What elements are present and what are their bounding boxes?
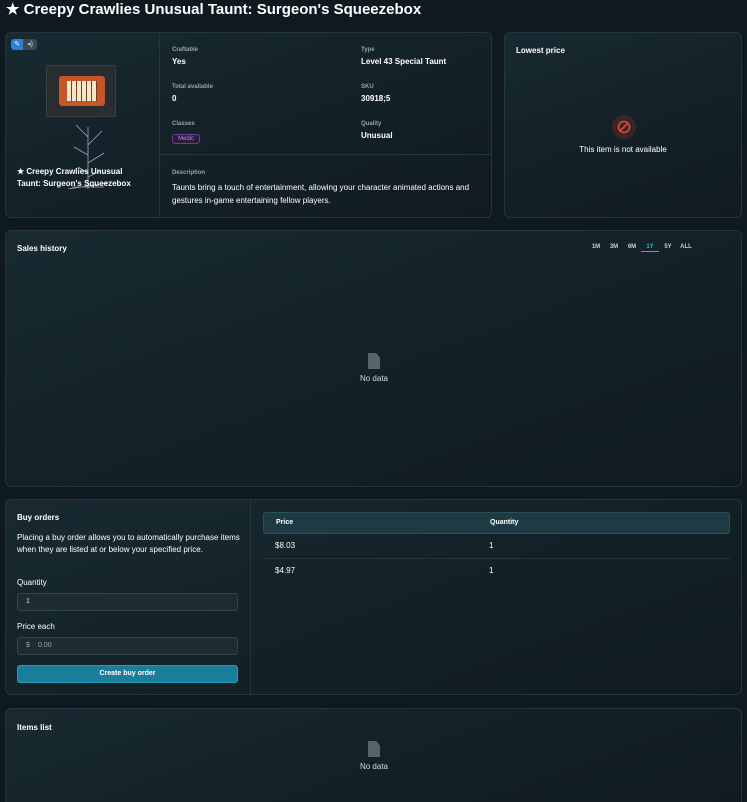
buy-orders-table: Price Quantity $8.03 1 $4.97 1: [263, 512, 730, 584]
file-icon: [368, 353, 380, 369]
description-field: Description Taunts bring a touch of ente…: [172, 170, 482, 207]
row-quantity: 1: [489, 541, 494, 550]
dollar-prefix: $: [26, 642, 30, 649]
table-row[interactable]: $8.03 1: [263, 534, 730, 559]
table-row[interactable]: $4.97 1: [263, 559, 730, 584]
item-preview: ✎ ◂) ★ Creepy Crawlies Unusual Taunt: Su…: [6, 33, 160, 217]
items-list-panel: Items list No data: [5, 708, 742, 802]
price-input[interactable]: 0.00: [17, 637, 238, 655]
buy-orders-panel: Buy orders Placing a buy order allows yo…: [5, 499, 742, 695]
range-1m-button[interactable]: 1M: [587, 244, 605, 252]
type-value: Level 43 Special Taunt: [361, 57, 447, 66]
quality-label: Quality: [361, 121, 382, 127]
row-price: $8.03: [275, 541, 296, 550]
items-empty-text: No data: [359, 762, 389, 771]
row-price: $4.97: [275, 566, 296, 575]
item-card: ✎ ◂) ★ Creepy Crawlies Unusual Taunt: Su…: [5, 32, 492, 218]
buy-orders-title: Buy orders: [17, 513, 60, 522]
craftable-label: Craftable: [172, 47, 199, 53]
price-each-label: Price each: [17, 622, 55, 631]
quantity-input[interactable]: 1: [17, 593, 238, 611]
file-icon: [368, 741, 380, 757]
sales-empty-state: No data: [344, 353, 404, 383]
total-available-field: Total available 0: [172, 84, 213, 103]
craftable-field: Craftable Yes: [172, 47, 198, 66]
range-all-button[interactable]: ALL: [677, 244, 695, 252]
class-tag-medic[interactable]: Medic: [172, 134, 201, 144]
quantity-label: Quantity: [17, 578, 47, 587]
range-5y-button[interactable]: 5Y: [659, 244, 677, 252]
lowest-price-title: Lowest price: [516, 46, 565, 55]
divider: [160, 154, 491, 155]
classes-label: Classes: [172, 121, 195, 127]
buy-order-form: Buy orders Placing a buy order allows yo…: [6, 500, 251, 694]
description-label: Description: [172, 170, 206, 176]
item-name: ★ Creepy Crawlies Unusual Taunt: Surgeon…: [17, 167, 131, 188]
unavailable-message: This item is not available: [579, 145, 667, 154]
quality-value: Unusual: [361, 131, 393, 140]
quality-field: Quality Unusual: [361, 121, 393, 140]
sku-label: SKU: [361, 84, 374, 90]
sound-icon[interactable]: ◂): [23, 39, 37, 50]
lowest-price-panel: Lowest price This item is not available: [504, 32, 742, 218]
total-available-value: 0: [172, 94, 177, 103]
buy-orders-description: Placing a buy order allows you to automa…: [17, 533, 240, 554]
paint-icon[interactable]: ✎: [11, 39, 23, 50]
item-badges: ✎ ◂): [11, 39, 37, 50]
range-1y-button[interactable]: 1Y: [641, 244, 659, 252]
item-image: [46, 65, 116, 117]
sku-field: SKU 30918;5: [361, 84, 390, 103]
sku-value: 30918;5: [361, 94, 391, 103]
range-6m-button[interactable]: 6M: [623, 244, 641, 252]
craftable-value: Yes: [172, 57, 186, 66]
total-available-label: Total available: [172, 84, 213, 90]
table-header: Price Quantity: [263, 512, 730, 534]
range-selector: 1M 3M 6M 1Y 5Y ALL: [587, 244, 695, 252]
sales-history-panel: Sales history 1M 3M 6M 1Y 5Y ALL No data: [5, 230, 742, 487]
range-3m-button[interactable]: 3M: [605, 244, 623, 252]
classes-field: Classes Medic: [172, 121, 201, 145]
type-label: Type: [361, 47, 375, 53]
create-buy-order-button[interactable]: Create buy order: [17, 665, 238, 683]
quantity-column-header[interactable]: Quantity: [490, 513, 518, 533]
no-entry-icon: [612, 115, 636, 139]
row-quantity: 1: [489, 566, 494, 575]
sales-history-title: Sales history: [17, 244, 67, 253]
page-title: ★ Creepy Crawlies Unusual Taunt: Surgeon…: [6, 1, 422, 18]
description-text: Taunts bring a touch of entertainment, a…: [172, 183, 470, 205]
sales-empty-text: No data: [359, 374, 389, 383]
items-list-title: Items list: [17, 723, 52, 732]
type-field: Type Level 43 Special Taunt: [361, 47, 446, 66]
items-empty-state: No data: [344, 741, 404, 771]
price-column-header[interactable]: Price: [276, 513, 293, 533]
accordion-image: [59, 76, 105, 106]
